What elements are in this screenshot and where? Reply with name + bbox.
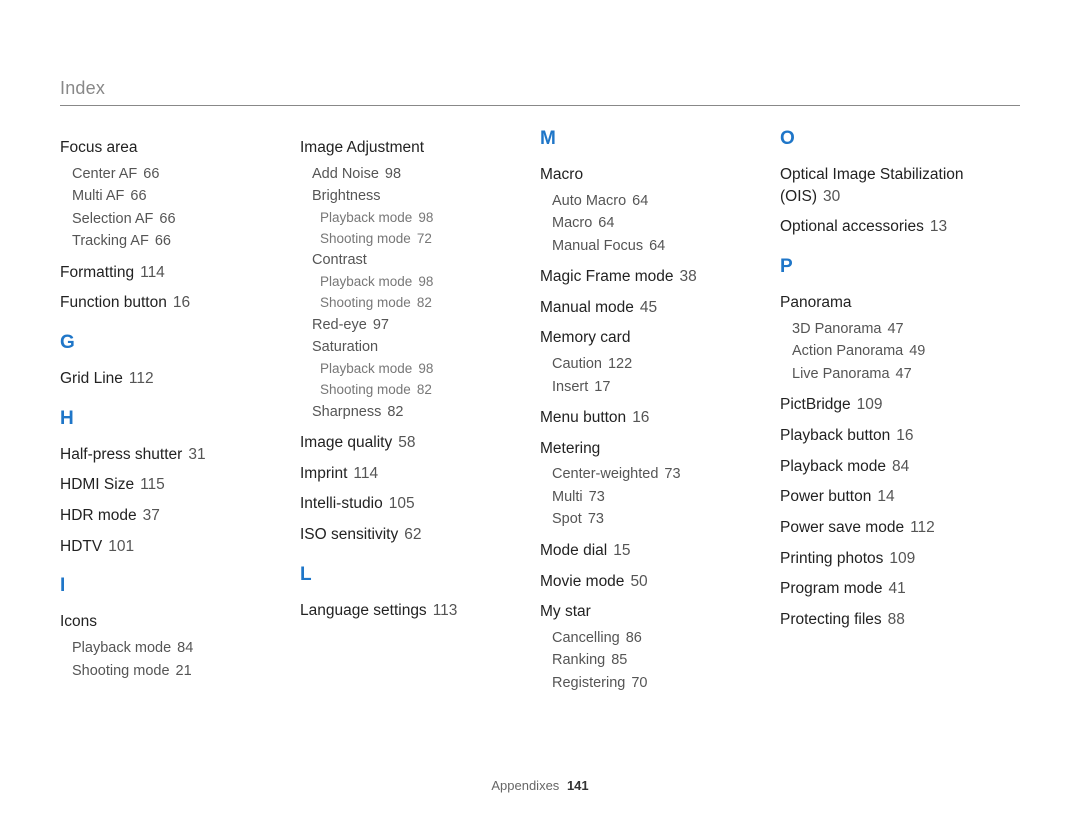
sub-metering-spot: Spot73: [552, 508, 762, 530]
entry-function-button: Function button16: [60, 292, 282, 314]
entry-movie-mode: Movie mode50: [540, 571, 762, 593]
entry-my-star: My star: [540, 601, 762, 623]
letter-l: L: [300, 564, 522, 586]
index-page: Index Focus area Center AF66 Multi AF66 …: [0, 0, 1080, 694]
sub-saturation: Saturation: [312, 336, 522, 358]
footer-page-number: 141: [567, 778, 589, 793]
header-title: Index: [60, 78, 1020, 99]
entry-icons: Icons: [60, 611, 282, 633]
entry-imprint: Imprint114: [300, 463, 522, 485]
column-3: M Macro Auto Macro64 Macro64 Manual Focu…: [540, 128, 780, 694]
entry-image-quality: Image quality58: [300, 432, 522, 454]
column-1: Focus area Center AF66 Multi AF66 Select…: [60, 128, 300, 694]
entry-formatting: Formatting114: [60, 262, 282, 284]
letter-m: M: [540, 128, 762, 150]
entry-grid-line: Grid Line112: [60, 368, 282, 390]
page-footer: Appendixes 141: [0, 778, 1080, 793]
index-columns: Focus area Center AF66 Multi AF66 Select…: [60, 128, 1020, 694]
sub-auto-macro: Auto Macro64: [552, 190, 762, 212]
entry-protecting-files: Protecting files88: [780, 609, 1002, 631]
entry-magic-frame: Magic Frame mode38: [540, 266, 762, 288]
entry-image-adjustment: Image Adjustment: [300, 137, 522, 159]
sub-multi-af: Multi AF66: [72, 185, 282, 207]
entry-manual-mode: Manual mode45: [540, 297, 762, 319]
sub-brightness: Brightness: [312, 185, 522, 207]
entry-focus-area: Focus area: [60, 137, 282, 159]
entry-language-settings: Language settings113: [300, 600, 522, 622]
sub-red-eye: Red-eye97: [312, 314, 522, 336]
footer-section: Appendixes: [491, 778, 559, 793]
sub-metering-multi: Multi73: [552, 486, 762, 508]
entry-printing-photos: Printing photos109: [780, 548, 1002, 570]
entry-power-save: Power save mode112: [780, 517, 1002, 539]
column-2: Image Adjustment Add Noise98 Brightness …: [300, 128, 540, 694]
sub-contrast: Contrast: [312, 249, 522, 271]
letter-i: I: [60, 575, 282, 597]
subsub-contrast-playback: Playback mode98: [320, 272, 522, 293]
sub-icons-playback: Playback mode84: [72, 637, 282, 659]
letter-p: P: [780, 256, 1002, 278]
entry-power-button: Power button14: [780, 486, 1002, 508]
letter-o: O: [780, 128, 1002, 150]
sub-icons-shooting: Shooting mode21: [72, 660, 282, 682]
sub-macro-sub: Macro64: [552, 212, 762, 234]
sub-add-noise: Add Noise98: [312, 163, 522, 185]
sub-mystar-ranking: Ranking85: [552, 649, 762, 671]
entry-mode-dial: Mode dial15: [540, 540, 762, 562]
entry-playback-mode: Playback mode84: [780, 456, 1002, 478]
entry-metering: Metering: [540, 438, 762, 460]
entry-memory-card: Memory card: [540, 327, 762, 349]
entry-half-press: Half-press shutter31: [60, 444, 282, 466]
entry-hdmi-size: HDMI Size115: [60, 474, 282, 496]
entry-playback-button: Playback button16: [780, 425, 1002, 447]
subsub-brightness-shooting: Shooting mode72: [320, 229, 522, 250]
entry-optional-accessories: Optional accessories13: [780, 216, 1002, 238]
sub-memcard-caution: Caution122: [552, 353, 762, 375]
entry-hdtv: HDTV101: [60, 536, 282, 558]
subsub-contrast-shooting: Shooting mode82: [320, 293, 522, 314]
letter-g: G: [60, 332, 282, 354]
sub-action-panorama: Action Panorama49: [792, 340, 1002, 362]
sub-manual-focus: Manual Focus64: [552, 235, 762, 257]
subsub-saturation-shooting: Shooting mode82: [320, 380, 522, 401]
page-header: Index: [60, 78, 1020, 106]
sub-live-panorama: Live Panorama47: [792, 363, 1002, 385]
letter-h: H: [60, 408, 282, 430]
entry-pictbridge: PictBridge109: [780, 394, 1002, 416]
entry-ois: Optical Image Stabilization (OIS)30: [780, 164, 1002, 207]
entry-panorama: Panorama: [780, 292, 1002, 314]
sub-selection-af: Selection AF66: [72, 208, 282, 230]
sub-center-af: Center AF66: [72, 163, 282, 185]
sub-tracking-af: Tracking AF66: [72, 230, 282, 252]
column-4: O Optical Image Stabilization (OIS)30 Op…: [780, 128, 1020, 694]
subsub-brightness-playback: Playback mode98: [320, 208, 522, 229]
sub-mystar-cancel: Cancelling86: [552, 627, 762, 649]
entry-program-mode: Program mode41: [780, 578, 1002, 600]
sub-memcard-insert: Insert17: [552, 376, 762, 398]
sub-3d-panorama: 3D Panorama47: [792, 318, 1002, 340]
entry-menu-button: Menu button16: [540, 407, 762, 429]
entry-macro: Macro: [540, 164, 762, 186]
entry-intelli-studio: Intelli-studio105: [300, 493, 522, 515]
entry-iso: ISO sensitivity62: [300, 524, 522, 546]
subsub-saturation-playback: Playback mode98: [320, 359, 522, 380]
sub-sharpness: Sharpness82: [312, 401, 522, 423]
entry-hdr-mode: HDR mode37: [60, 505, 282, 527]
sub-mystar-register: Registering70: [552, 672, 762, 694]
sub-metering-center: Center-weighted73: [552, 463, 762, 485]
